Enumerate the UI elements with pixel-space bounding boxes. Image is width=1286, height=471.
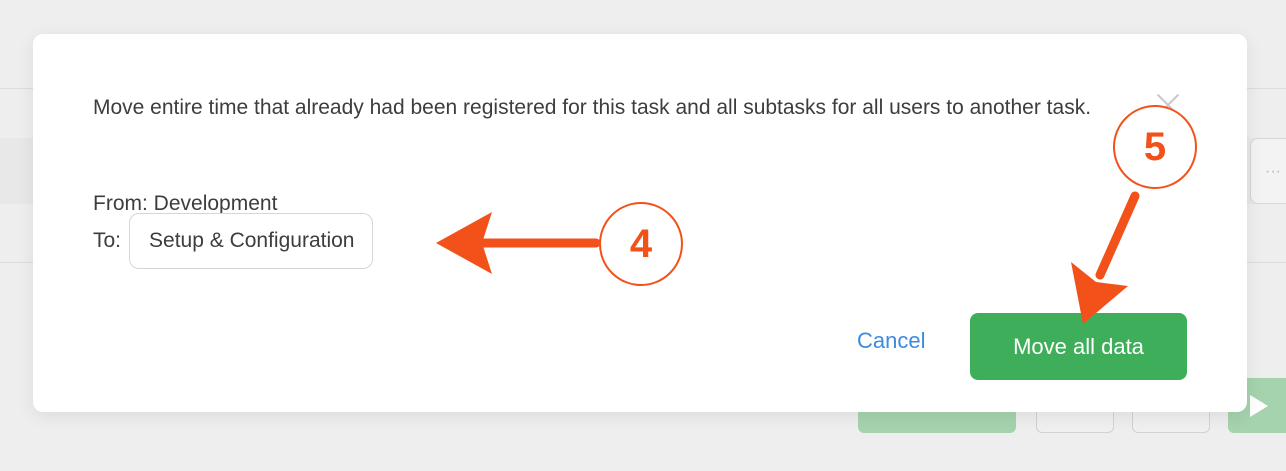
ellipsis-icon[interactable]: ··· [1250,138,1286,204]
target-task-select[interactable]: Setup & Configuration [129,213,374,269]
dialog-description: Move entire time that already had been r… [93,96,1092,119]
to-label: To: [93,229,122,252]
move-all-data-button[interactable]: Move all data [970,313,1187,380]
step-4-badge: 4 [599,202,683,286]
play-icon [1250,395,1268,417]
cancel-button[interactable]: Cancel [857,328,925,354]
to-row: To: Setup & Configuration [93,212,374,270]
step-5-badge: 5 [1113,105,1197,189]
